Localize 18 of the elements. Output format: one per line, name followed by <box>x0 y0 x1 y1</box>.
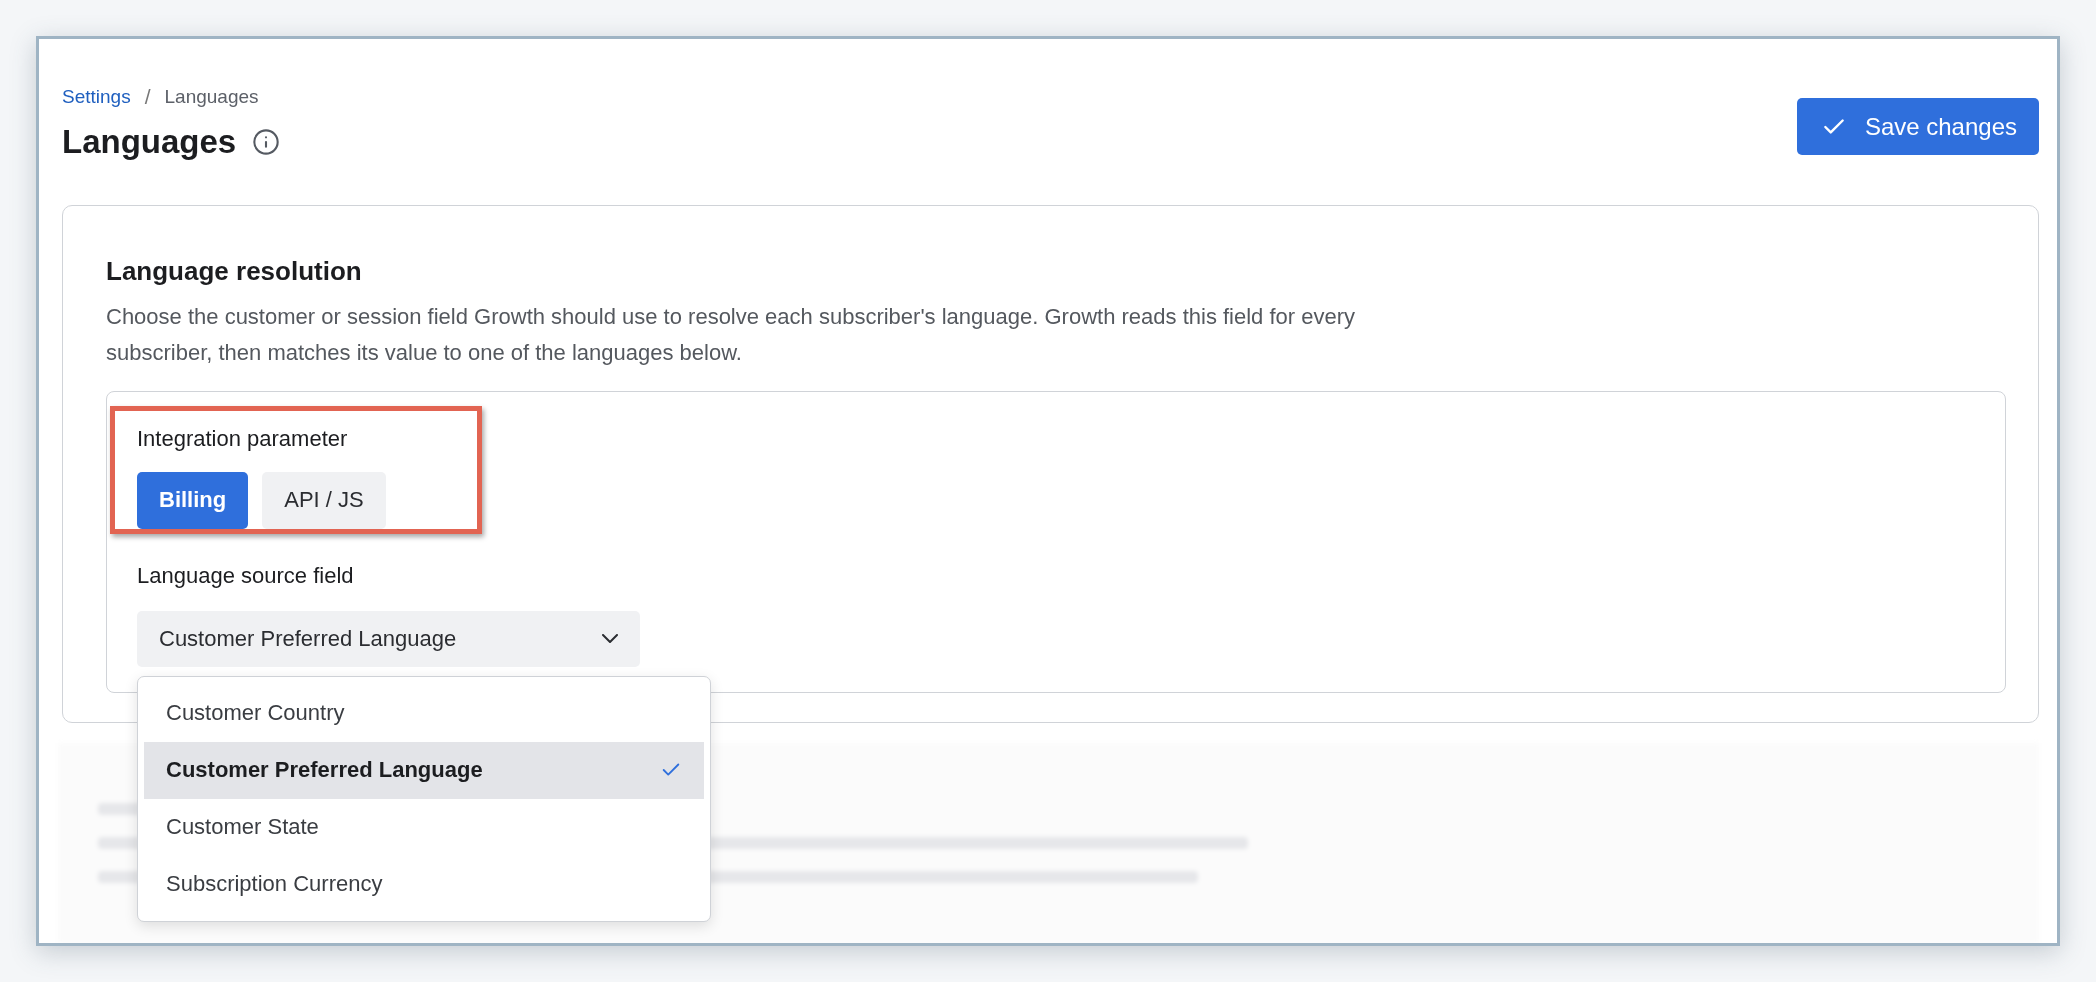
segment-option[interactable]: Billing <box>137 471 249 529</box>
segment-option[interactable]: API / JS <box>262 471 386 529</box>
menu-item[interactable]: Subscription Currency <box>144 855 704 913</box>
breadcrumb-link[interactable]: Settings <box>62 86 131 108</box>
chevron-icon <box>602 634 618 644</box>
breadcrumb-current: Languages <box>164 86 259 108</box>
section-title: Language resolution <box>106 255 363 287</box>
section-description: Choose the customer or session field Growth should use to resolve each subscriber's language. Growth reads this field for every subscriber, then matches its value to one of the languages below. <box>106 302 1356 367</box>
select-field[interactable]: Customer Preferred Language <box>137 610 640 667</box>
menu-item[interactable]: Customer State <box>144 798 704 856</box>
info-icon[interactable] <box>252 128 281 156</box>
save-button[interactable]: Save changes <box>1796 98 2039 155</box>
field-label: Language source field <box>137 562 355 589</box>
breadcrumb-separator: / <box>144 85 151 109</box>
field-label: Integration parameter <box>137 425 349 452</box>
menu-item[interactable]: Customer Preferred Language <box>144 741 704 799</box>
page-title: Languages <box>62 123 237 161</box>
menu-item[interactable]: Customer Country <box>144 684 704 742</box>
